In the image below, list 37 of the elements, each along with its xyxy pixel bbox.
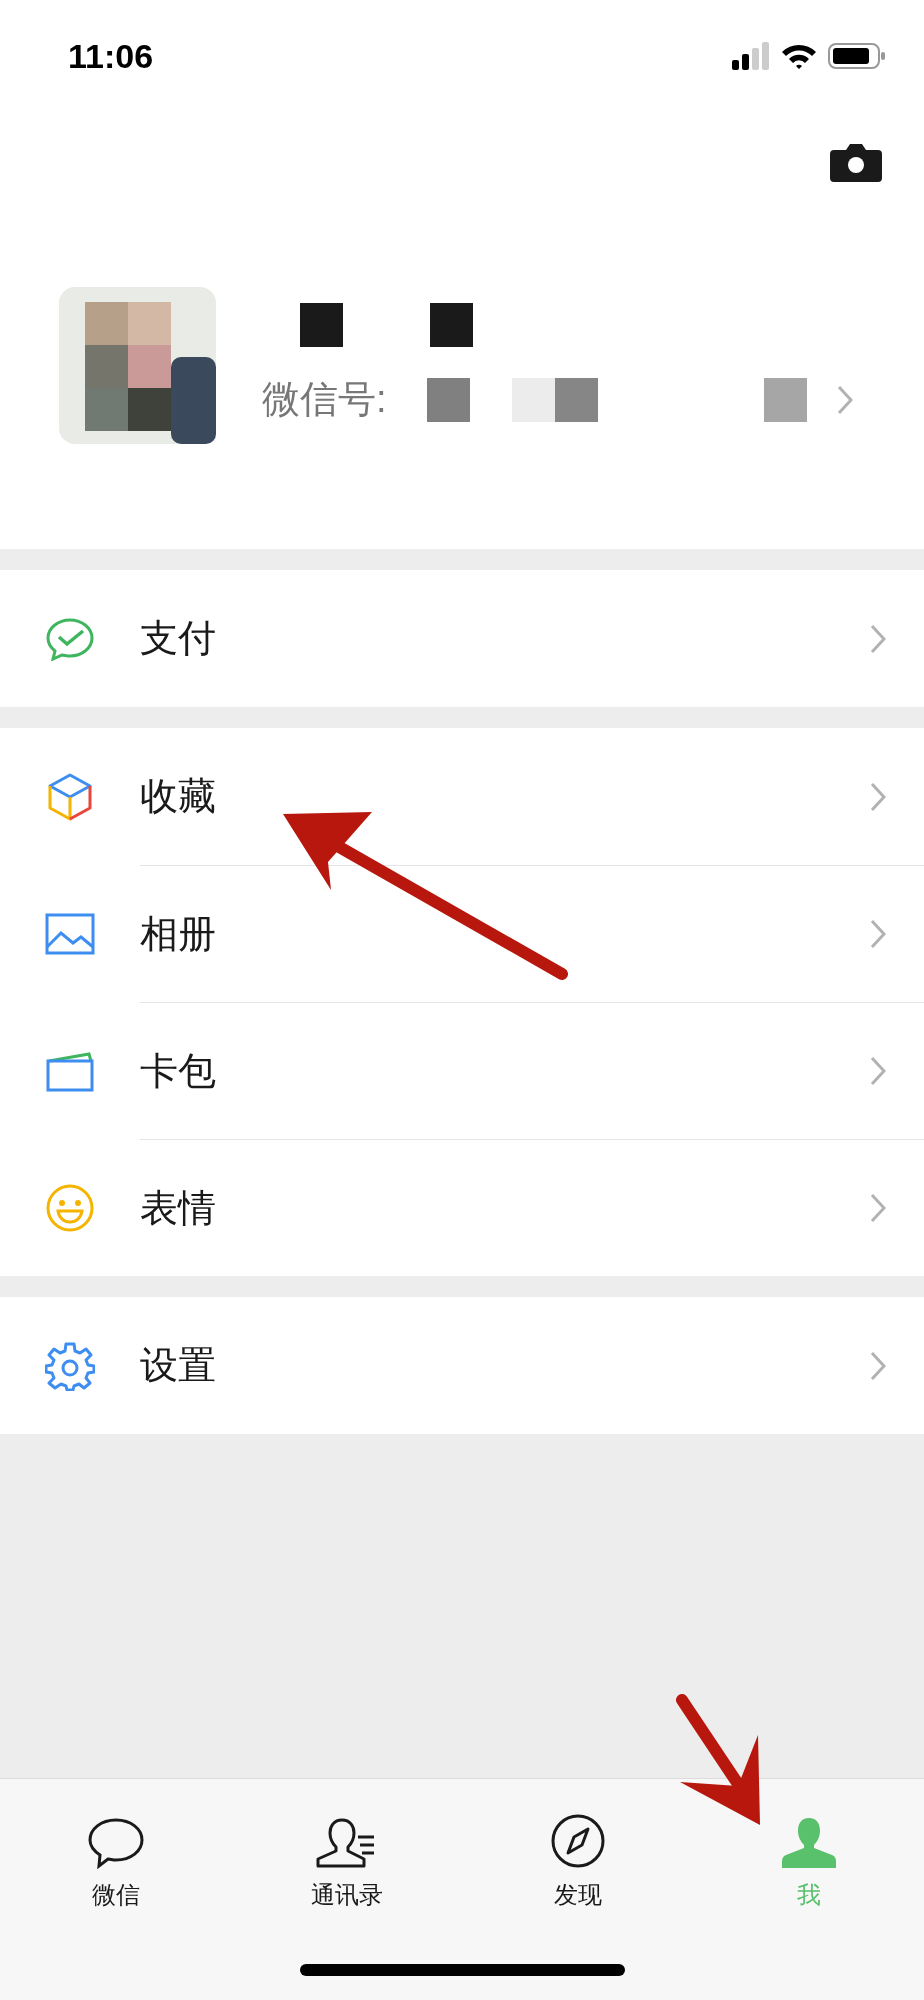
chat-check-icon bbox=[45, 616, 95, 661]
image-icon bbox=[45, 912, 95, 955]
compass-icon bbox=[549, 1813, 606, 1869]
chevron-icon bbox=[836, 384, 853, 415]
menu-label: 支付 bbox=[140, 616, 217, 661]
tab[interactable]: 微信 bbox=[0, 1811, 231, 1913]
cube-icon bbox=[47, 771, 93, 822]
menu-item[interactable]: 表情 bbox=[0, 1139, 924, 1276]
chevron-icon bbox=[870, 1056, 886, 1086]
menu-item[interactable]: 收藏 bbox=[0, 728, 924, 865]
menu-label: 相册 bbox=[140, 911, 217, 957]
menu-item[interactable]: 支付 bbox=[0, 570, 924, 707]
menu-label: 收藏 bbox=[140, 774, 217, 819]
wechat-id-label: 微信号: bbox=[262, 377, 387, 422]
chevron-icon bbox=[870, 1193, 886, 1223]
tab[interactable]: 发现 bbox=[462, 1811, 693, 1913]
battery-icon bbox=[828, 42, 886, 70]
menu-label: 表情 bbox=[140, 1185, 217, 1231]
chevron-icon bbox=[870, 623, 886, 654]
menu-item[interactable]: 卡包 bbox=[0, 1002, 924, 1139]
tab[interactable]: 通讯录 bbox=[231, 1811, 462, 1913]
settings-icon bbox=[45, 1340, 95, 1391]
wifi-icon bbox=[780, 42, 818, 70]
signal-icon bbox=[732, 42, 770, 70]
person-icon bbox=[779, 1817, 838, 1869]
smiley-icon bbox=[45, 1182, 95, 1233]
chevron-icon bbox=[870, 919, 886, 949]
menu-label: 卡包 bbox=[140, 1048, 217, 1094]
menu-item[interactable]: 相册 bbox=[0, 865, 924, 1002]
status-time: 11:06 bbox=[68, 35, 154, 77]
avatar-icon[interactable] bbox=[59, 287, 216, 444]
menu-item[interactable]: 设置 bbox=[0, 1297, 924, 1434]
camera-icon[interactable] bbox=[830, 142, 882, 182]
chevron-icon bbox=[870, 1350, 886, 1381]
chat-bubble-icon bbox=[86, 1817, 145, 1869]
chevron-icon bbox=[870, 781, 886, 812]
menu-label: 设置 bbox=[140, 1343, 217, 1388]
